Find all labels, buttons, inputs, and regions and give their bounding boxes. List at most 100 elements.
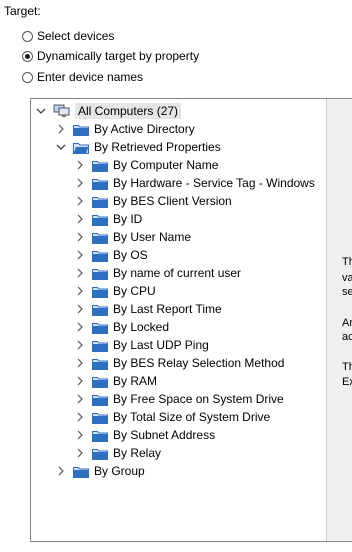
chevron-right-icon[interactable] [74, 357, 86, 369]
folder-icon [92, 214, 108, 226]
tree-node-label: By Relay [113, 446, 162, 460]
chevron-right-icon[interactable] [74, 321, 86, 333]
folder-icon [92, 286, 108, 298]
chevron-right-icon[interactable] [74, 375, 86, 387]
chevron-right-icon[interactable] [74, 303, 86, 315]
tree-node-property[interactable]: By CPU [74, 282, 156, 300]
tree-node-property[interactable]: By RAM [74, 372, 157, 390]
folder-icon [92, 358, 108, 370]
chevron-right-icon[interactable] [74, 231, 86, 243]
description-panel: Th va se Ar ac Th Ex [326, 99, 352, 541]
tree-node-property[interactable]: By OS [74, 246, 148, 264]
chevron-right-icon[interactable] [74, 285, 86, 297]
tree-node-property[interactable]: By User Name [74, 228, 191, 246]
tree-node-property[interactable]: By Hardware - Service Tag - Windows [74, 174, 315, 192]
radio-button-icon[interactable] [22, 30, 33, 42]
tree-node-label: By User Name [113, 230, 192, 244]
radio-select-devices[interactable]: Select devices [22, 29, 114, 43]
folder-icon [73, 466, 89, 478]
radio-label: Dynamically target by property [37, 49, 200, 63]
chevron-right-icon[interactable] [55, 465, 67, 477]
tree-node-label: By name of current user [113, 266, 242, 280]
chevron-down-icon[interactable] [35, 105, 47, 117]
description-text: se [342, 286, 352, 298]
folder-icon [92, 232, 108, 244]
tree-node-label: By Free Space on System Drive [113, 392, 284, 406]
folder-open-icon [73, 142, 89, 154]
folder-icon [92, 250, 108, 262]
description-text: Ar [342, 317, 352, 329]
computer-tree[interactable]: All Computers (27) By Active Directory B… [30, 98, 352, 542]
chevron-right-icon[interactable] [74, 411, 86, 423]
target-label: Target: [4, 4, 41, 18]
tree-node-label: By Retrieved Properties [94, 140, 221, 154]
chevron-right-icon[interactable] [74, 447, 86, 459]
description-text: Th [342, 256, 352, 268]
chevron-right-icon[interactable] [74, 195, 86, 207]
description-text: va [342, 272, 352, 284]
tree-node-label: By Last UDP Ping [113, 338, 209, 352]
folder-icon [92, 394, 108, 406]
tree-node-group[interactable]: By Group [55, 462, 145, 480]
radio-button-icon[interactable] [22, 71, 33, 83]
folder-icon [92, 430, 108, 442]
computers-icon [53, 104, 71, 118]
folder-icon [92, 196, 108, 208]
tree-node-property[interactable]: By Total Size of System Drive [74, 408, 270, 426]
tree-node-label: By CPU [113, 284, 156, 298]
folder-icon [92, 340, 108, 352]
tree-node-retrieved-properties[interactable]: By Retrieved Properties [55, 138, 221, 156]
folder-icon [73, 124, 89, 136]
tree-node-label: By Computer Name [113, 158, 219, 172]
tree-node-all-computers[interactable]: All Computers (27) [35, 102, 182, 120]
tree-node-label: By Hardware - Service Tag - Windows [113, 176, 315, 190]
tree-node-property[interactable]: By Locked [74, 318, 169, 336]
chevron-right-icon[interactable] [74, 267, 86, 279]
folder-icon [92, 412, 108, 424]
folder-icon [92, 268, 108, 280]
tree-node-label: By Group [94, 464, 145, 478]
tree-node-label: By Active Directory [94, 122, 195, 136]
tree-node-property[interactable]: By Last Report Time [74, 300, 222, 318]
chevron-down-icon[interactable] [55, 141, 67, 153]
tree-node-label: By Locked [113, 320, 170, 334]
folder-icon [92, 304, 108, 316]
tree-node-property[interactable]: By Relay [74, 444, 161, 462]
folder-icon [92, 448, 108, 460]
tree-node-label: All Computers (27) [75, 103, 182, 119]
tree-node-property[interactable]: By Last UDP Ping [74, 336, 209, 354]
tree-node-property[interactable]: By BES Client Version [74, 192, 232, 210]
tree-node-label: By RAM [113, 374, 158, 388]
radio-enter-names[interactable]: Enter device names [22, 70, 143, 84]
chevron-right-icon[interactable] [74, 177, 86, 189]
description-text: Ex [342, 376, 352, 388]
tree-node-label: By ID [113, 212, 143, 226]
tree-node-property[interactable]: By BES Relay Selection Method [74, 354, 284, 372]
tree-node-label: By BES Client Version [113, 194, 232, 208]
tree-node-property[interactable]: By ID [74, 210, 142, 228]
folder-icon [92, 160, 108, 172]
tree-node-property[interactable]: By Free Space on System Drive [74, 390, 284, 408]
folder-icon [92, 322, 108, 334]
tree-node-property[interactable]: By Subnet Address [74, 426, 215, 444]
radio-button-checked-icon[interactable] [22, 50, 33, 62]
chevron-right-icon[interactable] [74, 249, 86, 261]
chevron-right-icon[interactable] [55, 123, 67, 135]
radio-label: Select devices [37, 29, 115, 43]
chevron-right-icon[interactable] [74, 393, 86, 405]
radio-label: Enter device names [37, 70, 144, 84]
folder-icon [92, 178, 108, 190]
radio-dynamic-target[interactable]: Dynamically target by property [22, 49, 199, 63]
tree-node-label: By OS [113, 248, 148, 262]
tree-node-property[interactable]: By Computer Name [74, 156, 218, 174]
description-text: ac [342, 331, 352, 343]
chevron-right-icon[interactable] [74, 339, 86, 351]
chevron-right-icon[interactable] [74, 159, 86, 171]
tree-node-label: By Last Report Time [113, 302, 222, 316]
folder-icon [92, 376, 108, 388]
chevron-right-icon[interactable] [74, 213, 86, 225]
tree-node-active-directory[interactable]: By Active Directory [55, 120, 195, 138]
tree-node-property[interactable]: By name of current user [74, 264, 241, 282]
tree-node-label: By Total Size of System Drive [113, 410, 271, 424]
chevron-right-icon[interactable] [74, 429, 86, 441]
